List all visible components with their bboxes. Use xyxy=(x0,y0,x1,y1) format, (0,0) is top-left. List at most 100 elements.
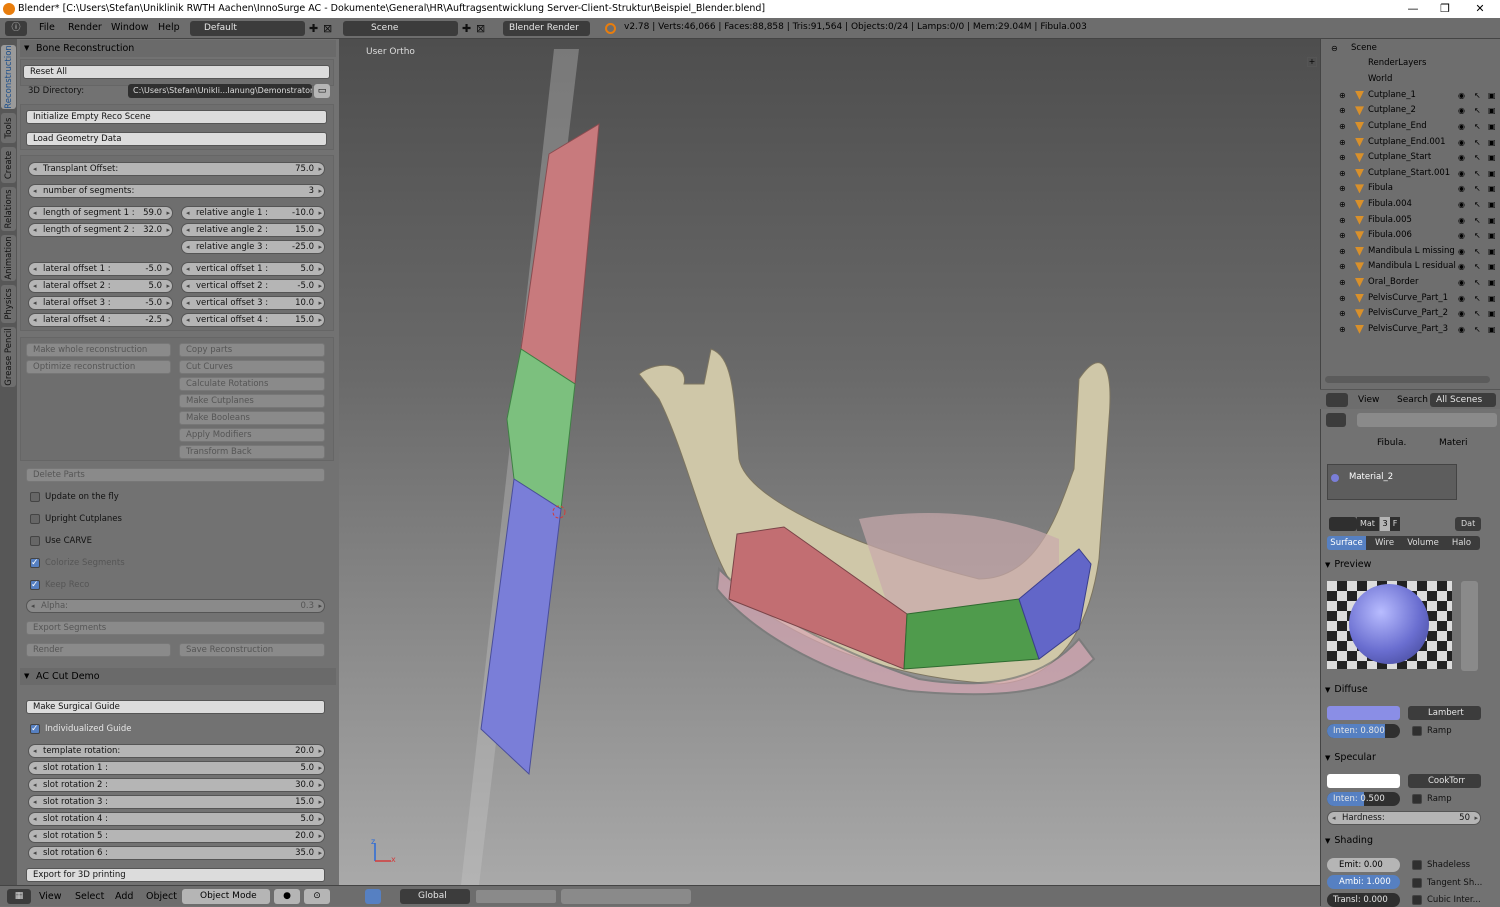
tab-relations[interactable]: Relations xyxy=(1,187,16,231)
layers-grid[interactable] xyxy=(476,890,556,903)
mode-select[interactable]: Object Mode xyxy=(182,889,270,904)
render-camera-icon[interactable]: ▣ xyxy=(1488,91,1497,100)
material-browse-icon[interactable] xyxy=(1329,517,1357,531)
outliner-row[interactable]: RenderLayers xyxy=(1321,56,1500,71)
render-button[interactable]: Render xyxy=(26,643,171,657)
info-editor-icon[interactable]: ⓘ xyxy=(5,21,27,36)
shadeless-checkbox[interactable]: Shadeless xyxy=(1408,858,1470,872)
tab-grease-pencil[interactable]: Grease Pencil xyxy=(1,327,16,387)
menu-window[interactable]: Window xyxy=(111,22,148,33)
tab-wire[interactable]: Wire xyxy=(1366,536,1403,550)
select-cursor-icon[interactable]: ↖ xyxy=(1474,106,1483,115)
outliner-row[interactable]: ⊕ PelvisCurve_Part_2 ◉ ↖ ▣ xyxy=(1321,306,1500,321)
vertical-offset-1-field[interactable]: vertical offset 1 :5.0 xyxy=(181,262,325,276)
render-camera-icon[interactable]: ▣ xyxy=(1488,122,1497,131)
context-tabs[interactable] xyxy=(1357,413,1497,427)
preview-shape-buttons[interactable] xyxy=(1461,581,1478,671)
select-cursor-icon[interactable]: ↖ xyxy=(1474,184,1483,193)
select-cursor-icon[interactable]: ↖ xyxy=(1474,138,1483,147)
copy-parts-button[interactable]: Copy parts xyxy=(179,343,325,357)
render-camera-icon[interactable]: ▣ xyxy=(1488,309,1497,318)
add-scene-icon[interactable]: ✚ xyxy=(462,22,471,35)
delete-parts-button[interactable]: Delete Parts xyxy=(26,468,325,482)
outliner-row[interactable]: ⊕ PelvisCurve_Part_1 ◉ ↖ ▣ xyxy=(1321,291,1500,306)
optimize-reconstruction-button[interactable]: Optimize reconstruction xyxy=(26,360,171,374)
relative-angle-2-field[interactable]: relative angle 2 :15.0 xyxy=(181,223,325,237)
diffuse-panel-header[interactable]: Diffuse xyxy=(1325,684,1367,695)
outliner-row[interactable]: ⊕ Mandibula L missing ◉ ↖ ▣ xyxy=(1321,244,1500,259)
slot-rotation-6-field[interactable]: slot rotation 6 :35.0 xyxy=(28,846,325,860)
slot-rotation-2-field[interactable]: slot rotation 2 :30.0 xyxy=(28,778,325,792)
toggle-properties-icon[interactable]: + xyxy=(1307,57,1317,67)
lateral-offset-2-field[interactable]: lateral offset 2 :5.0 xyxy=(28,279,173,293)
hardness-field[interactable]: Hardness:50 xyxy=(1327,811,1481,825)
select-cursor-icon[interactable]: ↖ xyxy=(1474,231,1483,240)
template-rotation-field[interactable]: template rotation:20.0 xyxy=(28,744,325,758)
tab-animation[interactable]: Animation xyxy=(1,235,16,281)
tab-create[interactable]: Create xyxy=(1,147,16,183)
shading-panel-header[interactable]: Shading xyxy=(1325,835,1373,846)
expand-icon[interactable]: ⊕ xyxy=(1339,88,1346,103)
expand-icon[interactable]: ⊕ xyxy=(1339,197,1346,212)
menu-object[interactable]: Object xyxy=(146,891,177,902)
render-camera-icon[interactable]: ▣ xyxy=(1488,184,1497,193)
ac-cut-demo-header[interactable]: AC Cut Demo xyxy=(20,668,336,685)
tab-volume[interactable]: Volume xyxy=(1403,536,1443,550)
calculate-rotations-button[interactable]: Calculate Rotations xyxy=(179,377,325,391)
select-cursor-icon[interactable]: ↖ xyxy=(1474,216,1483,225)
use-carve-checkbox[interactable]: Use CARVE xyxy=(26,534,92,548)
outliner-row[interactable]: ⊕ Fibula.006 ◉ ↖ ▣ xyxy=(1321,228,1500,243)
visibility-eye-icon[interactable]: ◉ xyxy=(1458,309,1467,318)
tab-surface[interactable]: Surface xyxy=(1327,536,1366,550)
outliner-row[interactable]: ⊖ Scene xyxy=(1321,41,1500,56)
menu-help[interactable]: Help xyxy=(158,22,180,33)
data-link-select[interactable]: Dat xyxy=(1455,517,1481,531)
add-layout-icon[interactable]: ✚ xyxy=(309,22,318,35)
select-cursor-icon[interactable]: ↖ xyxy=(1474,309,1483,318)
screen-layout-select[interactable]: Default xyxy=(190,21,305,36)
expand-icon[interactable]: ⊕ xyxy=(1339,259,1346,274)
outliner-row[interactable]: World xyxy=(1321,72,1500,87)
ambient-field[interactable]: Ambi: 1.000 xyxy=(1327,875,1400,889)
upright-cutplanes-checkbox[interactable]: Upright Cutplanes xyxy=(26,512,122,526)
diffuse-shader-select[interactable]: Lambert xyxy=(1408,706,1481,720)
tangent-shading-checkbox[interactable]: Tangent Sh... xyxy=(1408,876,1482,890)
outliner-row[interactable]: ⊕ Oral_Border ◉ ↖ ▣ xyxy=(1321,275,1500,290)
lateral-offset-3-field[interactable]: lateral offset 3 :-5.0 xyxy=(28,296,173,310)
outliner-row[interactable]: ⊕ PelvisCurve_Part_3 ◉ ↖ ▣ xyxy=(1321,322,1500,337)
visibility-eye-icon[interactable]: ◉ xyxy=(1458,184,1467,193)
outliner-search-menu[interactable]: Search xyxy=(1397,395,1428,405)
users-count[interactable]: 3 xyxy=(1380,517,1390,531)
select-cursor-icon[interactable]: ↖ xyxy=(1474,278,1483,287)
init-empty-scene-button[interactable]: Initialize Empty Reco Scene xyxy=(26,110,327,124)
outliner-row[interactable]: ⊕ Fibula.004 ◉ ↖ ▣ xyxy=(1321,197,1500,212)
render-camera-icon[interactable]: ▣ xyxy=(1488,325,1497,334)
export-3d-printing-button[interactable]: Export for 3D printing xyxy=(26,868,325,882)
vertical-offset-4-field[interactable]: vertical offset 4 :15.0 xyxy=(181,313,325,327)
remove-scene-icon[interactable]: ⊠ xyxy=(476,22,485,35)
expand-icon[interactable]: ⊕ xyxy=(1339,150,1346,165)
save-reconstruction-button[interactable]: Save Reconstruction xyxy=(179,643,325,657)
slot-rotation-3-field[interactable]: slot rotation 3 :15.0 xyxy=(28,795,325,809)
outliner-scrollbar[interactable] xyxy=(1325,376,1490,383)
render-camera-icon[interactable]: ▣ xyxy=(1488,278,1497,287)
individualized-guide-checkbox[interactable]: Individualized Guide xyxy=(26,722,132,736)
select-cursor-icon[interactable]: ↖ xyxy=(1474,247,1483,256)
visibility-eye-icon[interactable]: ◉ xyxy=(1458,325,1467,334)
keep-reco-checkbox[interactable]: Keep Reco xyxy=(26,578,89,592)
select-cursor-icon[interactable]: ↖ xyxy=(1474,325,1483,334)
editor-type-icon[interactable]: ▦ xyxy=(7,889,31,904)
material-slot-item[interactable]: Material_2 xyxy=(1329,471,1455,484)
slot-rotation-1-field[interactable]: slot rotation 1 :5.0 xyxy=(28,761,325,775)
export-segments-button[interactable]: Export Segments xyxy=(26,621,325,635)
specular-ramp-checkbox[interactable]: Ramp xyxy=(1408,792,1452,806)
expand-icon[interactable]: ⊕ xyxy=(1339,306,1346,321)
preview-panel-header[interactable]: Preview xyxy=(1325,559,1371,570)
render-camera-icon[interactable]: ▣ xyxy=(1488,169,1497,178)
outliner-editor-icon[interactable] xyxy=(1326,393,1348,407)
render-camera-icon[interactable]: ▣ xyxy=(1488,231,1497,240)
shading-mode-icon[interactable]: ● xyxy=(274,889,300,904)
visibility-eye-icon[interactable]: ◉ xyxy=(1458,247,1467,256)
render-camera-icon[interactable]: ▣ xyxy=(1488,247,1497,256)
visibility-eye-icon[interactable]: ◉ xyxy=(1458,138,1467,147)
